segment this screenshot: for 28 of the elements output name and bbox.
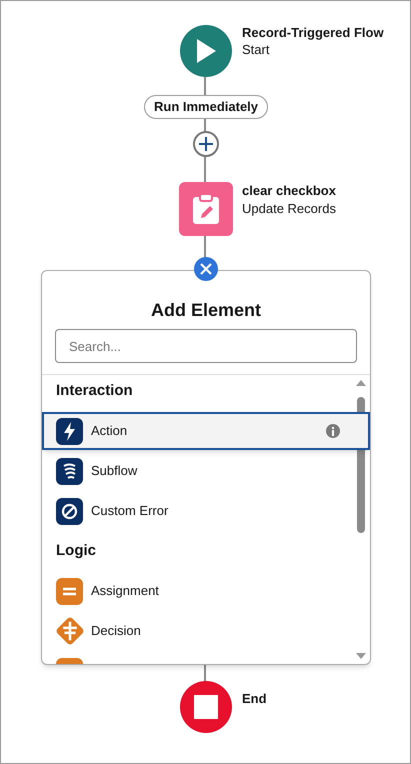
- element-option[interactable]: Custom Error: [42, 492, 354, 530]
- plus-icon: [198, 136, 214, 152]
- panel-title: Add Element: [150, 299, 262, 322]
- end-node-button[interactable]: [180, 681, 232, 733]
- node-type-label: Start: [242, 41, 270, 59]
- element-option[interactable]: Assignment: [42, 572, 354, 610]
- category-heading: Interaction: [56, 380, 133, 401]
- node-title: End: [242, 690, 267, 708]
- node-type-label: Update Records: [242, 200, 336, 218]
- node-title: clear checkbox: [242, 182, 336, 200]
- update-node-button[interactable]: [179, 182, 233, 236]
- play-icon: [195, 38, 217, 64]
- scroll-down-arrow-icon[interactable]: [355, 651, 367, 661]
- element-option[interactable]: Action: [42, 412, 370, 450]
- scroll-up-arrow-icon[interactable]: [355, 378, 367, 388]
- close-icon: [200, 263, 212, 275]
- category-heading: Logic: [56, 540, 96, 561]
- info-icon[interactable]: [326, 424, 340, 438]
- path-label[interactable]: Run Immediately: [144, 95, 268, 119]
- close-button[interactable]: [194, 257, 218, 281]
- element-option[interactable]: Decision: [42, 612, 354, 650]
- stop-icon: [194, 695, 218, 719]
- element-option[interactable]: Subflow: [42, 452, 354, 490]
- clipboard-pencil-icon: [191, 193, 221, 225]
- start-node-button[interactable]: [180, 25, 232, 77]
- search-field[interactable]: Search...: [55, 329, 357, 363]
- add-button[interactable]: [193, 131, 219, 157]
- node-title: Record-Triggered Flow: [242, 24, 384, 42]
